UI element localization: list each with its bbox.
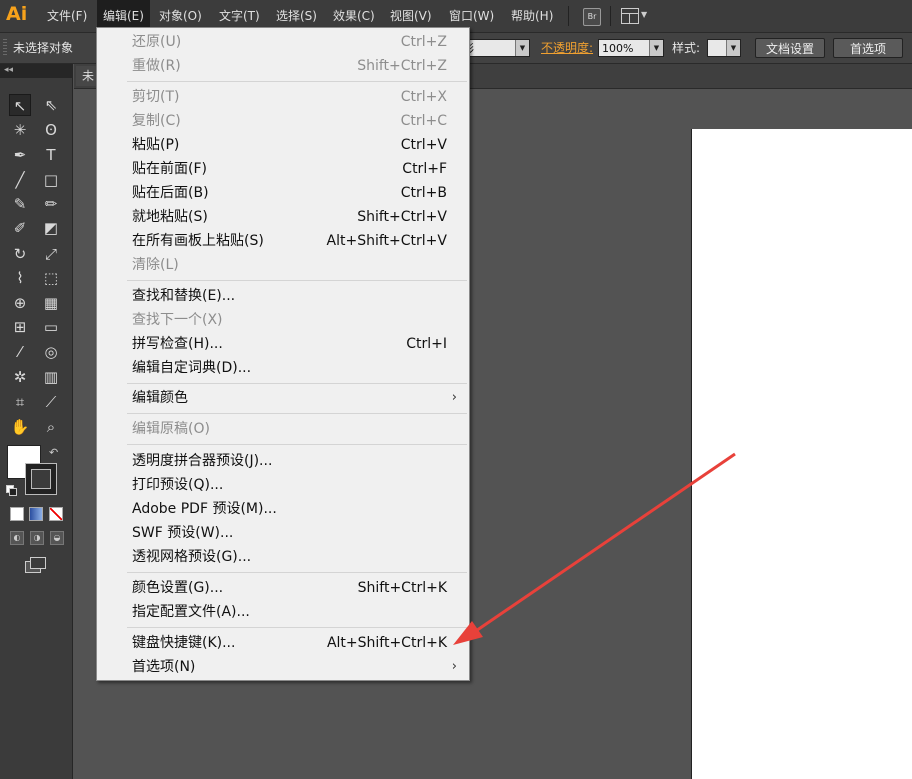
annotation-arrow-line xyxy=(469,452,736,637)
watermark-logo: Baidu经验 xyxy=(700,688,864,723)
watermark: Baidu经验 jingyan.baidu.com xyxy=(700,680,900,760)
annotation-arrow-head xyxy=(453,621,483,645)
annotation-arrow xyxy=(453,452,736,645)
watermark-url: jingyan.baidu.com xyxy=(706,734,826,749)
